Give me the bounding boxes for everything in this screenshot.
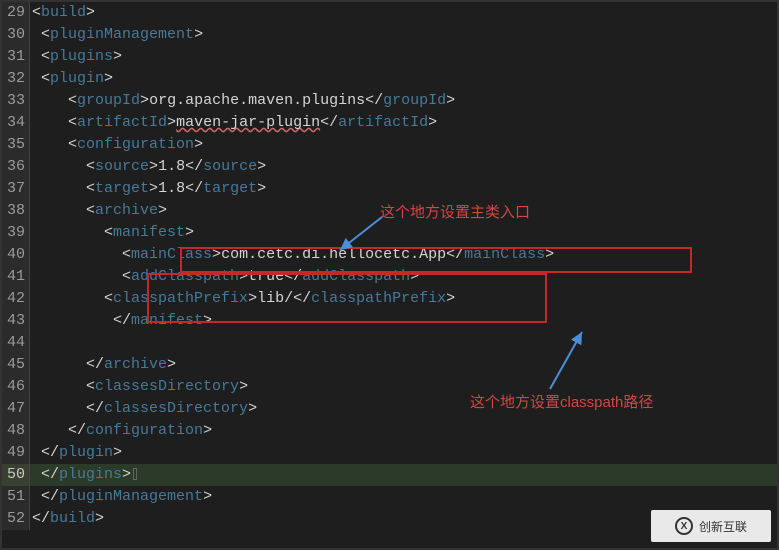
code-content[interactable]: </archive> [30,354,777,376]
code-line[interactable]: 36 <source>1.8</source> [2,156,777,178]
code-content[interactable]: <plugins> [30,46,777,68]
line-number: 50 [2,464,30,486]
code-line[interactable]: 49 </plugin> [2,442,777,464]
watermark-text: 创新互联 [699,518,747,535]
code-content[interactable]: <groupId>org.apache.maven.plugins</group… [30,90,777,112]
code-content[interactable]: <build> [30,2,777,24]
code-content[interactable]: <classesDirectory> [30,376,777,398]
line-number: 30 [2,24,30,46]
code-content[interactable]: <artifactId>maven-jar-plugin</artifactId… [30,112,777,134]
line-number: 32 [2,68,30,90]
code-content[interactable]: <target>1.8</target> [30,178,777,200]
code-content[interactable]: <source>1.8</source> [30,156,777,178]
code-line[interactable]: 32 <plugin> [2,68,777,90]
code-content[interactable]: <addClasspath>true</addClasspath> [30,266,777,288]
code-line[interactable]: 30 <pluginManagement> [2,24,777,46]
line-number: 51 [2,486,30,508]
line-number: 31 [2,46,30,68]
code-content[interactable]: </configuration> [30,420,777,442]
code-editor[interactable]: 29<build>30 <pluginManagement>31 <plugin… [2,2,777,548]
code-line[interactable]: 41 <addClasspath>true</addClasspath> [2,266,777,288]
line-number: 35 [2,134,30,156]
code-content[interactable]: <configuration> [30,134,777,156]
code-line[interactable]: 42 <classpathPrefix>lib/</classpathPrefi… [2,288,777,310]
line-number: 37 [2,178,30,200]
code-content[interactable] [30,332,777,354]
line-number: 40 [2,244,30,266]
code-line[interactable]: 37 <target>1.8</target> [2,178,777,200]
code-line[interactable]: 39 <manifest> [2,222,777,244]
line-number: 33 [2,90,30,112]
code-line[interactable]: 34 <artifactId>maven-jar-plugin</artifac… [2,112,777,134]
line-number: 36 [2,156,30,178]
code-content[interactable]: <pluginManagement> [30,24,777,46]
code-line[interactable]: 44 [2,332,777,354]
line-number: 52 [2,508,30,530]
code-content[interactable]: <mainClass>com.cetc.di.hellocetc.App</ma… [30,244,777,266]
line-number: 29 [2,2,30,24]
code-line[interactable]: 29<build> [2,2,777,24]
code-content[interactable]: </plugin> [30,442,777,464]
code-line[interactable]: 38 <archive> [2,200,777,222]
line-number: 34 [2,112,30,134]
watermark: X 创新互联 [651,510,771,542]
code-content[interactable]: </classesDirectory> [30,398,777,420]
line-number: 45 [2,354,30,376]
code-line[interactable]: 45 </archive> [2,354,777,376]
code-line[interactable]: 35 <configuration> [2,134,777,156]
line-number: 46 [2,376,30,398]
line-number: 47 [2,398,30,420]
code-line[interactable]: 33 <groupId>org.apache.maven.plugins</gr… [2,90,777,112]
code-line[interactable]: 51 </pluginManagement> [2,486,777,508]
code-content[interactable]: </plugins> [30,464,777,486]
code-content[interactable]: <plugin> [30,68,777,90]
code-line[interactable]: 48 </configuration> [2,420,777,442]
code-content[interactable]: </pluginManagement> [30,486,777,508]
line-number: 48 [2,420,30,442]
line-number: 41 [2,266,30,288]
line-number: 38 [2,200,30,222]
line-number: 39 [2,222,30,244]
code-content[interactable]: <manifest> [30,222,777,244]
line-number: 49 [2,442,30,464]
code-line[interactable]: 50 </plugins> [2,464,777,486]
code-line[interactable]: 46 <classesDirectory> [2,376,777,398]
watermark-logo-icon: X [675,517,693,535]
line-number: 42 [2,288,30,310]
code-content[interactable]: <classpathPrefix>lib/</classpathPrefix> [30,288,777,310]
code-line[interactable]: 40 <mainClass>com.cetc.di.hellocetc.App<… [2,244,777,266]
code-line[interactable]: 31 <plugins> [2,46,777,68]
code-content[interactable]: <archive> [30,200,777,222]
line-number: 44 [2,332,30,354]
line-number: 43 [2,310,30,332]
code-line[interactable]: 43 </manifest> [2,310,777,332]
code-line[interactable]: 47 </classesDirectory> [2,398,777,420]
code-content[interactable]: </manifest> [30,310,777,332]
